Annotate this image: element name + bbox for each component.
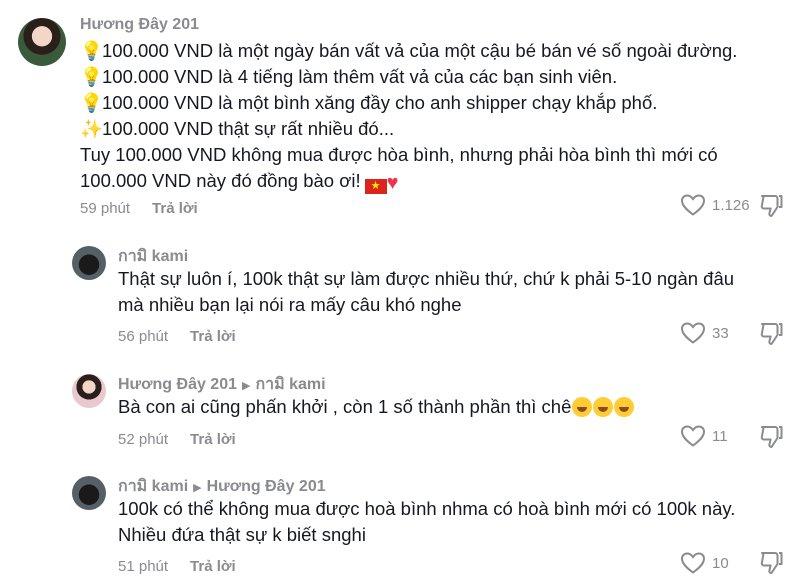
comment-line: Nhiều đứa thật sự k biết snghi — [118, 524, 366, 545]
like-button[interactable]: 1.126 — [680, 193, 750, 217]
reply-button[interactable]: Trả lời — [190, 328, 236, 345]
comment-line: Bà con ai cũng phấn khởi , còn 1 số thàn… — [118, 394, 635, 420]
like-button[interactable]: 33 — [680, 321, 729, 345]
like-count: 1.126 — [712, 196, 750, 214]
comment-line: 100k có thể không mua được hoà bình nhma… — [118, 498, 736, 519]
avatar[interactable] — [72, 374, 106, 408]
lightbulb-icon: 💡 — [80, 40, 104, 61]
comment-line: mà nhiều bạn lại nói ra mấy câu khó nghe — [118, 294, 462, 315]
like-button[interactable]: 10 — [680, 551, 729, 575]
comment-time: 59 phút — [80, 200, 131, 217]
comment-text: Thật sự luôn í, 100k thật sự làm được nh… — [118, 266, 734, 318]
like-count: 11 — [712, 427, 728, 445]
comment-line: 💡100.000 VND là một ngày bán vất vả của … — [80, 38, 737, 64]
comment-meta: 59 phút Trả lời — [80, 200, 198, 217]
heart-outline-icon — [680, 194, 706, 216]
comment-line: 💡100.000 VND là một bình xăng đầy cho an… — [80, 90, 737, 116]
comment-text: 100k có thể không mua được hoà bình nhma… — [118, 496, 735, 548]
laughing-emoji-icon — [593, 397, 614, 417]
thumbs-down-outline-icon — [760, 552, 783, 574]
dislike-button[interactable] — [758, 321, 784, 347]
like-button[interactable]: 11 — [680, 424, 728, 448]
laughing-emoji-icon — [572, 397, 593, 417]
heart-emoji-icon: ♥ — [386, 172, 399, 194]
dislike-button[interactable] — [758, 193, 784, 219]
thumbs-down-outline-icon — [760, 323, 783, 345]
comment-time: 52 phút — [118, 431, 169, 448]
comment-line: Tuy 100.000 VND không mua được hòa bình,… — [80, 144, 718, 165]
reply-button[interactable]: Trả lời — [190, 558, 236, 575]
comment-username[interactable]: Hương Đây 201 — [80, 16, 199, 34]
comment-meta: 56 phút Trả lời — [118, 328, 236, 345]
comment-text: Bà con ai cũng phấn khởi , còn 1 số thàn… — [118, 394, 635, 420]
reply-button[interactable]: Trả lời — [152, 200, 198, 217]
avatar[interactable] — [72, 246, 106, 280]
reply-arrow-icon: ▶ — [193, 482, 202, 494]
heart-outline-icon — [680, 425, 706, 447]
avatar[interactable] — [72, 476, 106, 510]
reply-to-username[interactable]: กามิ kami — [255, 376, 325, 393]
vietnam-flag-icon: ★ — [364, 179, 387, 194]
lightbulb-icon: 💡 — [80, 92, 104, 113]
thumbs-down-outline-icon — [760, 426, 783, 448]
sparkles-icon: ✨ — [80, 118, 104, 139]
dislike-button[interactable] — [758, 424, 784, 450]
heart-outline-icon — [680, 552, 706, 574]
comment-line: ✨100.000 VND thật sự rất nhiều đó... — [80, 116, 737, 142]
comment-meta: 52 phút Trả lời — [118, 431, 236, 448]
heart-outline-icon — [680, 322, 706, 344]
like-count: 10 — [712, 554, 729, 572]
avatar[interactable] — [18, 18, 66, 66]
comment-time: 51 phút — [118, 558, 169, 575]
reply-to-username[interactable]: Hương Đây 201 — [207, 478, 326, 495]
comment-line: 100.000 VND này đó đồng bào ơi! ★ ♥ — [80, 170, 399, 194]
reply-button[interactable]: Trả lời — [190, 431, 236, 448]
comment-time: 56 phút — [118, 328, 169, 345]
dislike-button[interactable] — [758, 550, 784, 576]
comment-line: 💡100.000 VND là 4 tiếng làm thêm vất vả … — [80, 64, 737, 90]
like-count: 33 — [712, 324, 729, 342]
laughing-emoji-icon — [614, 397, 635, 417]
comment-meta: 51 phút Trả lời — [118, 558, 236, 575]
comment-text: 💡100.000 VND là một ngày bán vất vả của … — [80, 38, 737, 196]
thumbs-down-outline-icon — [760, 195, 783, 217]
comment-line: Thật sự luôn í, 100k thật sự làm được nh… — [118, 268, 735, 289]
lightbulb-icon: 💡 — [80, 66, 104, 87]
reply-arrow-icon: ▶ — [242, 380, 251, 392]
